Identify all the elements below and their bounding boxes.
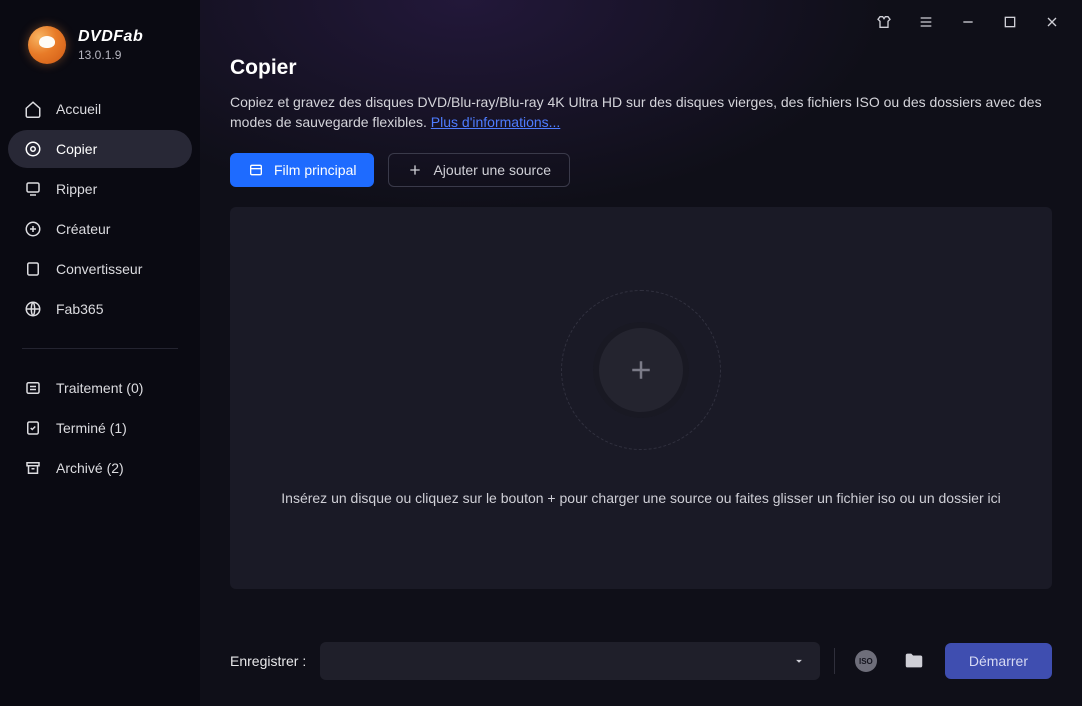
disc-icon [24,140,42,158]
minimize-button[interactable] [958,12,978,32]
film-mode-icon [248,162,264,178]
sidebar-divider [22,348,178,349]
film-principal-button[interactable]: Film principal [230,153,374,187]
iso-icon: ISO [855,650,877,672]
plus-icon [407,162,423,178]
page-title: Copier [230,56,1052,80]
ripper-icon [24,180,42,198]
menu-icon[interactable] [916,12,936,32]
sidebar-item-archive[interactable]: Archivé (2) [8,449,192,487]
chevron-down-icon [792,654,806,668]
sidebar-item-label: Fab365 [56,301,103,317]
sidebar-item-label: Convertisseur [56,261,142,277]
page-description-text: Copiez et gravez des disques DVD/Blu-ray… [230,94,1042,130]
bottom-bar: Enregistrer : ISO Démarrer [200,620,1082,706]
folder-icon [903,650,925,672]
save-destination-select[interactable] [320,642,820,680]
sidebar: DVDFab 13.0.1.9 Accueil Copier Ripper Cr… [0,0,200,706]
save-to-label: Enregistrer : [230,653,306,669]
sidebar-item-ripper[interactable]: Ripper [8,170,192,208]
sidebar-item-createur[interactable]: Créateur [8,210,192,248]
sidebar-item-label: Terminé (1) [56,420,127,436]
archive-icon [24,459,42,477]
folder-output-button[interactable] [897,644,931,678]
sidebar-item-label: Traitement (0) [56,380,143,396]
drop-hint-text: Insérez un disque ou cliquez sur le bout… [261,490,1020,506]
sidebar-item-label: Accueil [56,101,101,117]
more-info-link[interactable]: Plus d'informations... [431,114,561,130]
primary-nav: Accueil Copier Ripper Créateur Convertis… [0,84,200,334]
sidebar-item-label: Créateur [56,221,110,237]
sidebar-item-traitement[interactable]: Traitement (0) [8,369,192,407]
add-source-button[interactable]: Ajouter une source [388,153,570,187]
check-doc-icon [24,419,42,437]
sidebar-item-termine[interactable]: Terminé (1) [8,409,192,447]
drop-zone[interactable]: Insérez un disque ou cliquez sur le bout… [230,207,1052,589]
app-version: 13.0.1.9 [78,48,143,62]
plus-icon [626,355,656,385]
sidebar-item-label: Copier [56,141,97,157]
sidebar-item-label: Ripper [56,181,97,197]
titlebar [200,0,1082,44]
drop-circle-ring [561,290,721,450]
button-label: Film principal [274,162,356,178]
start-button[interactable]: Démarrer [945,643,1052,679]
add-source-circle[interactable] [593,322,689,418]
button-label: Ajouter une source [433,162,551,178]
app-name: DVDFab [78,27,143,46]
home-icon [24,100,42,118]
globe-icon [24,300,42,318]
creator-icon [24,220,42,238]
iso-output-button[interactable]: ISO [849,644,883,678]
queue-icon [24,379,42,397]
skin-icon[interactable] [874,12,894,32]
main-area: Copier Copiez et gravez des disques DVD/… [200,0,1082,706]
converter-icon [24,260,42,278]
sidebar-item-copier[interactable]: Copier [8,130,192,168]
divider [834,648,835,674]
maximize-button[interactable] [1000,12,1020,32]
brand-block: DVDFab 13.0.1.9 [0,18,200,84]
sidebar-item-accueil[interactable]: Accueil [8,90,192,128]
status-nav: Traitement (0) Terminé (1) Archivé (2) [0,363,200,493]
app-logo [28,26,66,64]
sidebar-item-convertisseur[interactable]: Convertisseur [8,250,192,288]
close-button[interactable] [1042,12,1062,32]
sidebar-item-fab365[interactable]: Fab365 [8,290,192,328]
sidebar-item-label: Archivé (2) [56,460,124,476]
page-description: Copiez et gravez des disques DVD/Blu-ray… [230,92,1052,133]
